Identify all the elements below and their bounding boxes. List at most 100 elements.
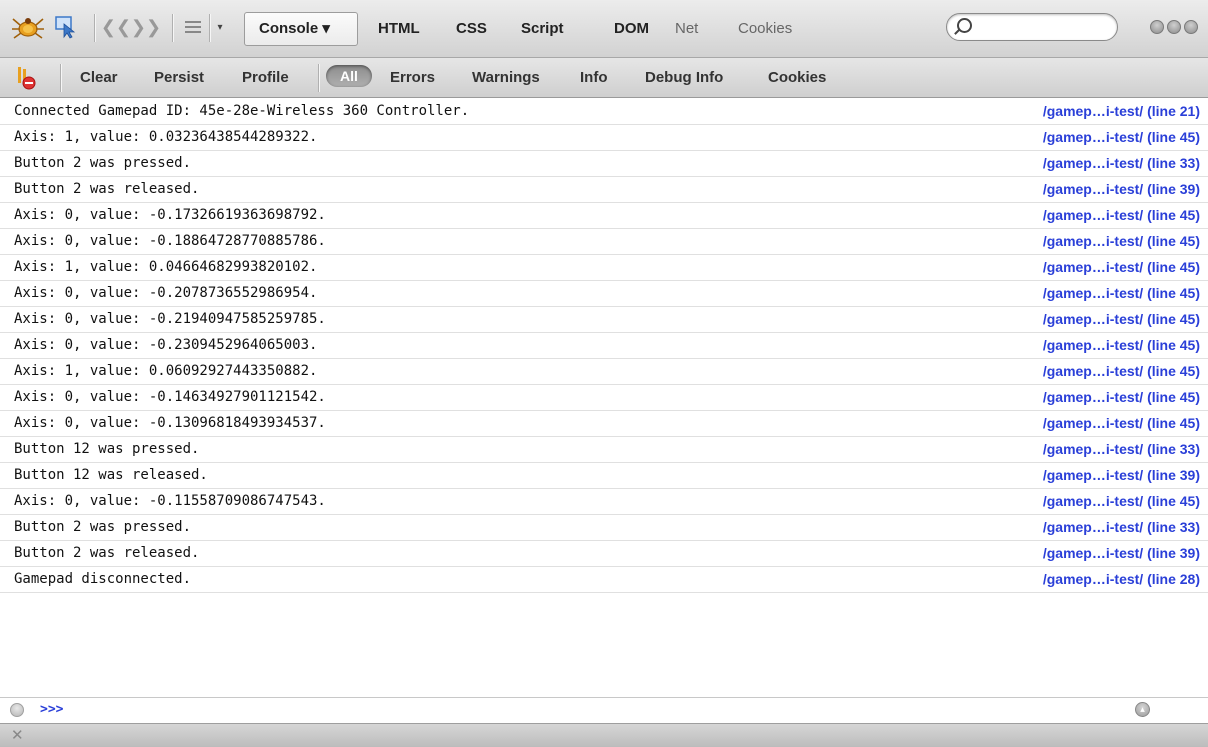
log-source-link[interactable]: /gamep…i-test/ (line 45) [1043, 333, 1200, 358]
log-message: Axis: 0, value: -0.13096818493934537. [14, 415, 326, 431]
log-message: Button 2 was released. [14, 545, 200, 561]
log-row: Button 2 was pressed. /gamep…i-test/ (lin… [0, 515, 1208, 541]
log-source-link[interactable]: /gamep…i-test/ (line 33) [1043, 437, 1200, 462]
log-source-link[interactable]: /gamep…i-test/ (line 45) [1043, 255, 1200, 280]
log-message: Axis: 1, value: 0.06092927443350882. [14, 363, 318, 379]
log-message: Button 12 was pressed. [14, 441, 200, 457]
detach-window-button[interactable] [1167, 20, 1181, 34]
log-row: Button 12 was pressed. /gamep…i-test/ (li… [0, 437, 1208, 463]
tab-cookies[interactable]: Cookies [738, 14, 792, 44]
log-row: Button 2 was released. /gamep…i-test/ (li… [0, 541, 1208, 567]
log-row: Axis: 0, value: -0.2309452964065003. /gam… [0, 333, 1208, 359]
tab-script[interactable]: Script [521, 14, 564, 44]
log-source-link[interactable]: /gamep…i-test/ (line 45) [1043, 203, 1200, 228]
log-row: Gamepad disconnected. /gamep…i-test/ (lin… [0, 567, 1208, 593]
forward-icon[interactable]: ❯❯ [131, 14, 161, 40]
log-message: Axis: 1, value: 0.04664682993820102. [14, 259, 318, 275]
log-row: Axis: 0, value: -0.14634927901121542. /ga… [0, 385, 1208, 411]
log-message: Axis: 0, value: -0.17326619363698792. [14, 207, 326, 223]
toolbar-separator [94, 14, 95, 42]
log-message: Connected Gamepad ID: 45e-28e-Wireless 3… [14, 103, 470, 119]
toolbar-separator [172, 14, 173, 42]
command-prompt: >>> [40, 702, 64, 717]
log-source-link[interactable]: /gamep…i-test/ (line 45) [1043, 125, 1200, 150]
list-icon[interactable] [182, 14, 204, 40]
filter-info-button[interactable]: Info [580, 66, 608, 90]
minimize-window-button[interactable] [1150, 20, 1164, 34]
clear-console-icon[interactable] [16, 66, 38, 90]
log-message: Axis: 0, value: -0.14634927901121542. [14, 389, 326, 405]
status-bar: ✕ [0, 723, 1208, 747]
toolbar-separator [318, 64, 319, 92]
toolbar-separator [60, 64, 61, 92]
toolbar-separator [209, 14, 210, 42]
log-source-link[interactable]: /gamep…i-test/ (line 21) [1043, 99, 1200, 124]
filter-debug-info-button[interactable]: Debug Info [645, 66, 723, 90]
log-source-link[interactable]: /gamep…i-test/ (line 33) [1043, 515, 1200, 540]
log-source-link[interactable]: /gamep…i-test/ (line 45) [1043, 411, 1200, 436]
persist-button[interactable]: Persist [154, 66, 204, 90]
log-message: Button 12 was released. [14, 467, 208, 483]
console-log: Connected Gamepad ID: 45e-28e-Wireless 3… [0, 99, 1208, 593]
log-source-link[interactable]: /gamep…i-test/ (line 45) [1043, 307, 1200, 332]
log-message: Axis: 0, value: -0.2309452964065003. [14, 337, 318, 353]
log-message: Axis: 0, value: -0.11558709086747543. [14, 493, 326, 509]
log-row: Axis: 0, value: -0.11558709086747543. /ga… [0, 489, 1208, 515]
log-row: Button 12 was released. /gamep…i-test/ (l… [0, 463, 1208, 489]
log-source-link[interactable]: /gamep…i-test/ (line 45) [1043, 281, 1200, 306]
log-row: Button 2 was released. /gamep…i-test/ (li… [0, 177, 1208, 203]
tab-css[interactable]: CSS [456, 14, 487, 44]
filter-cookies-button[interactable]: Cookies [768, 66, 826, 90]
log-row: Axis: 0, value: -0.18864728770885786. /ga… [0, 229, 1208, 255]
command-input[interactable] [76, 701, 1120, 721]
close-icon[interactable]: ✕ [11, 726, 24, 744]
log-row: Axis: 0, value: -0.13096818493934537. /ga… [0, 411, 1208, 437]
log-source-link[interactable]: /gamep…i-test/ (line 39) [1043, 541, 1200, 566]
log-message: Gamepad disconnected. [14, 571, 192, 587]
log-row: Connected Gamepad ID: 45e-28e-Wireless 3… [0, 99, 1208, 125]
log-source-link[interactable]: /gamep…i-test/ (line 45) [1043, 359, 1200, 384]
clear-button[interactable]: Clear [80, 66, 118, 90]
profile-button[interactable]: Profile [242, 66, 289, 90]
command-line[interactable]: >>> ▴ [0, 697, 1208, 723]
log-row: Axis: 1, value: 0.06092927443350882. /gam… [0, 359, 1208, 385]
log-message: Axis: 0, value: -0.18864728770885786. [14, 233, 326, 249]
expand-command-editor-icon[interactable]: ▴ [1135, 702, 1150, 717]
log-message: Button 2 was released. [14, 181, 200, 197]
main-toolbar: ❮❮ ❯❯ ▾ Console ▾ HTML CSS Script DOM Ne… [0, 0, 1208, 58]
close-window-button[interactable] [1184, 20, 1198, 34]
search-input[interactable] [977, 17, 1111, 39]
log-source-link[interactable]: /gamep…i-test/ (line 45) [1043, 489, 1200, 514]
dropdown-icon[interactable]: ▾ [212, 14, 228, 40]
command-line-menu-icon[interactable] [10, 703, 24, 717]
inspect-icon[interactable] [52, 14, 80, 40]
tab-console[interactable]: Console ▾ [244, 12, 358, 46]
log-source-link[interactable]: /gamep…i-test/ (line 45) [1043, 385, 1200, 410]
log-message: Axis: 1, value: 0.03236438544289322. [14, 129, 318, 145]
tab-html[interactable]: HTML [378, 14, 420, 44]
tab-dom[interactable]: DOM [614, 14, 649, 44]
log-row: Axis: 0, value: -0.2078736552986954. /gam… [0, 281, 1208, 307]
log-message: Axis: 0, value: -0.2078736552986954. [14, 285, 318, 301]
filter-all-button[interactable]: All [326, 65, 372, 87]
log-source-link[interactable]: /gamep…i-test/ (line 45) [1043, 229, 1200, 254]
filter-warnings-button[interactable]: Warnings [472, 66, 540, 90]
log-source-link[interactable]: /gamep…i-test/ (line 33) [1043, 151, 1200, 176]
search-field[interactable] [946, 13, 1118, 41]
log-row: Button 2 was pressed. /gamep…i-test/ (lin… [0, 151, 1208, 177]
filter-errors-button[interactable]: Errors [390, 66, 435, 90]
log-source-link[interactable]: /gamep…i-test/ (line 39) [1043, 463, 1200, 488]
search-icon [957, 18, 972, 33]
log-source-link[interactable]: /gamep…i-test/ (line 28) [1043, 567, 1200, 592]
log-message: Axis: 0, value: -0.21940947585259785. [14, 311, 326, 327]
tab-net[interactable]: Net [675, 14, 698, 44]
log-message: Button 2 was pressed. [14, 519, 192, 535]
log-source-link[interactable]: /gamep…i-test/ (line 39) [1043, 177, 1200, 202]
log-row: Axis: 1, value: 0.03236438544289322. /gam… [0, 125, 1208, 151]
log-message: Button 2 was pressed. [14, 155, 192, 171]
log-row: Axis: 1, value: 0.04664682993820102. /gam… [0, 255, 1208, 281]
log-row: Axis: 0, value: -0.17326619363698792. /ga… [0, 203, 1208, 229]
back-icon[interactable]: ❮❮ [101, 14, 131, 40]
log-row: Axis: 0, value: -0.21940947585259785. /ga… [0, 307, 1208, 333]
firebug-icon[interactable] [10, 14, 46, 40]
